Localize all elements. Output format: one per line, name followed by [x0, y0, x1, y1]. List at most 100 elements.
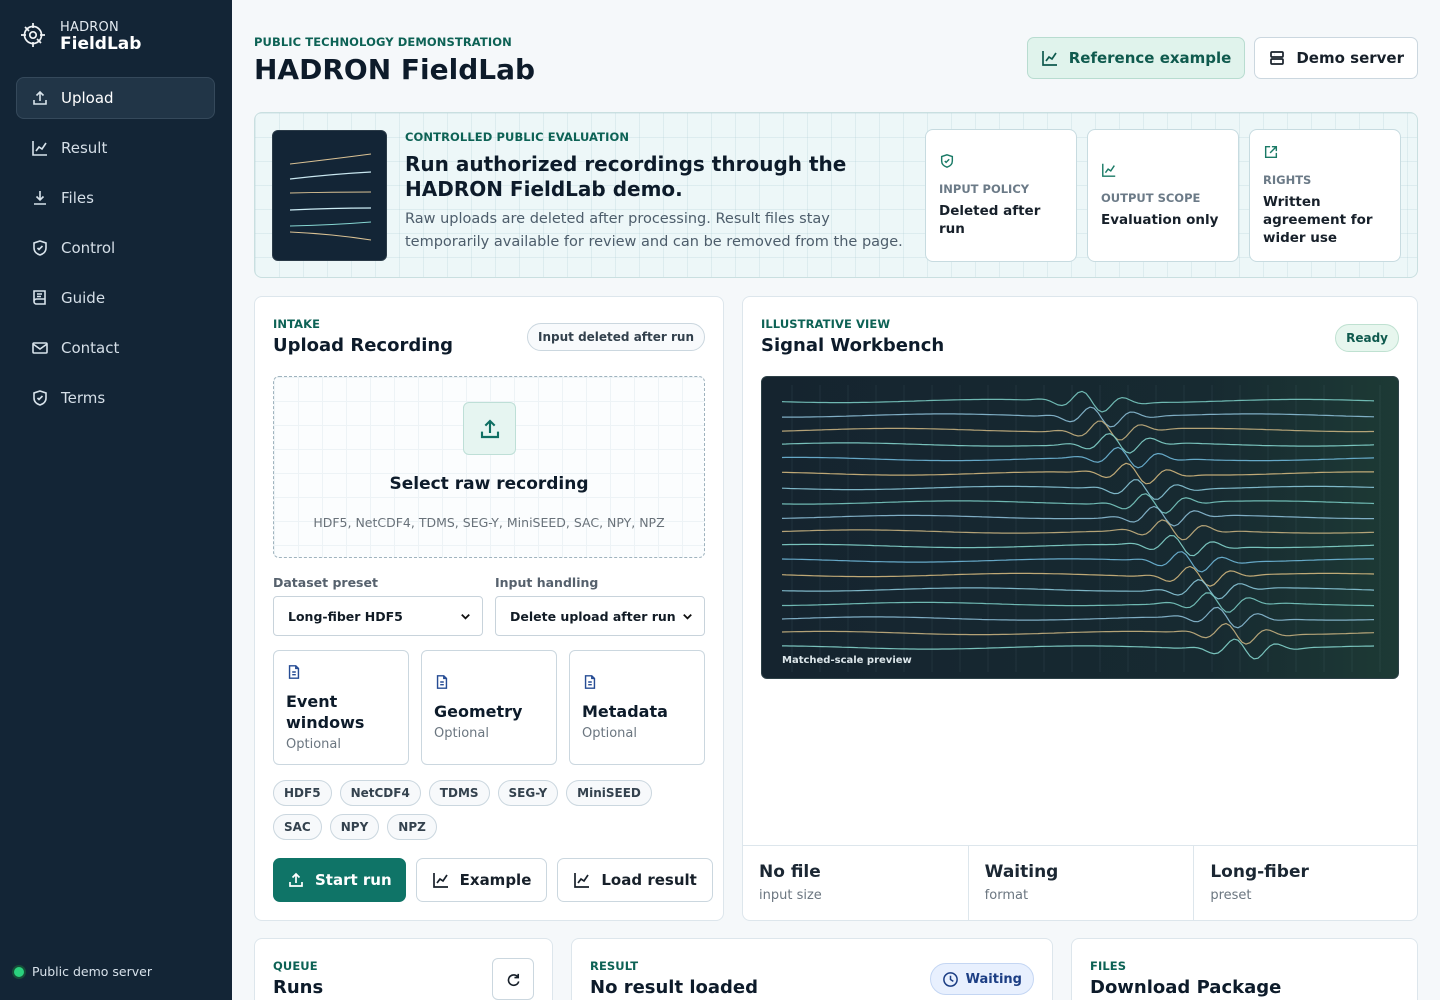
sidebar: HADRON FieldLab Upload Result Files Cont… — [0, 0, 232, 1000]
waveform-trace — [781, 479, 1375, 500]
workbench-stats: No file input size Waiting format Long-f… — [743, 845, 1417, 920]
input-handling-label: Input handling — [495, 575, 599, 590]
input-handling-select[interactable]: Delete upload after run — [495, 596, 705, 636]
waveform-trace — [781, 534, 1375, 557]
format-chip-sac[interactable]: SAC — [273, 814, 322, 840]
banner-text: Raw uploads are deleted after processing… — [405, 211, 903, 250]
upload-icon — [480, 418, 499, 438]
reference-example-button[interactable]: Reference example — [1026, 37, 1246, 79]
format-chip-npz[interactable]: NPZ — [387, 814, 437, 840]
signal-workbench-panel: ILLUSTRATIVE VIEW Signal Workbench Ready… — [742, 296, 1418, 921]
intake-title: Upload Recording — [273, 335, 454, 356]
waveform-trace — [781, 462, 1374, 485]
sidebar-item-result[interactable]: Result — [16, 127, 215, 169]
load-result-button[interactable]: Load result — [557, 858, 713, 902]
input-size-label: input size — [759, 888, 822, 903]
format-chip-segy[interactable]: SEG-Y — [497, 780, 559, 806]
input-policy-value: Deleted after run — [939, 203, 1041, 237]
chevron-down-icon — [461, 613, 470, 620]
sidebar-item-files[interactable]: Files — [16, 177, 215, 219]
start-run-button[interactable]: Start run — [273, 858, 406, 902]
waveform-trace — [781, 565, 1375, 587]
input-deleted-badge: Input deleted after run — [527, 323, 705, 351]
sidebar-item-label: Contact — [61, 339, 120, 357]
format-chip-netcdf4[interactable]: NetCDF4 — [339, 780, 421, 806]
shield-icon — [33, 390, 47, 406]
brand-name-top: HADRON — [60, 20, 119, 35]
sidebar-item-label: Guide — [61, 289, 106, 307]
waveform-trace — [781, 505, 1374, 527]
signal-preview-canvas: Matched-scale preview — [761, 376, 1399, 679]
sidebar-item-upload[interactable]: Upload — [16, 77, 215, 119]
dataset-preset-value: Long-fiber HDF5 — [288, 608, 403, 624]
waveform-trace — [781, 579, 1375, 600]
format-stat: Waiting format — [969, 846, 1195, 920]
book-icon — [33, 290, 46, 305]
geometry-card[interactable]: Geometry Optional — [421, 650, 557, 765]
output-scope-value: Evaluation only — [1101, 212, 1219, 228]
banner-title: Run authorized recordings through the HA… — [405, 152, 847, 201]
sidebar-item-guide[interactable]: Guide — [16, 277, 215, 319]
server-icon — [1270, 51, 1285, 65]
document-icon — [584, 675, 596, 689]
chart-icon — [1041, 51, 1057, 66]
chart-icon — [1102, 163, 1116, 177]
sidebar-item-control[interactable]: Control — [16, 227, 215, 269]
status-dot-icon — [14, 966, 24, 977]
sidebar-item-label: Terms — [61, 389, 106, 407]
example-label: Example — [459, 871, 532, 889]
refresh-icon — [507, 973, 519, 986]
evaluation-banner: CONTROLLED PUBLIC EVALUATION Run authori… — [254, 112, 1418, 278]
input-size-value: No file — [759, 862, 821, 882]
waveform-trace — [781, 622, 1375, 645]
demo-server-button[interactable]: Demo server — [1254, 37, 1418, 79]
format-chip-miniseed[interactable]: MiniSEED — [566, 780, 652, 806]
input-policy-card: INPUT POLICY Deleted after run — [925, 129, 1077, 262]
chevron-down-icon — [683, 613, 692, 620]
banner-copy: CONTROLLED PUBLIC EVALUATION Run authori… — [405, 130, 910, 254]
output-scope-label: OUTPUT SCOPE — [1101, 191, 1201, 205]
sidebar-item-terms[interactable]: Terms — [16, 377, 215, 419]
waveform-trace — [781, 551, 1374, 573]
brand[interactable]: HADRON FieldLab — [20, 20, 141, 54]
server-status: Public demo server — [14, 964, 152, 979]
waiting-status-badge: Waiting — [929, 963, 1034, 995]
example-button[interactable]: Example — [415, 858, 548, 902]
metadata-card[interactable]: Metadata Optional — [569, 650, 705, 765]
upload-tile[interactable] — [463, 402, 516, 455]
sidebar-nav: Upload Result Files Control Guide Contac… — [16, 77, 215, 427]
reference-example-label: Reference example — [1068, 49, 1232, 67]
main-content: PUBLIC TECHNOLOGY DEMONSTRATION HADRON F… — [254, 0, 1418, 1000]
sidebar-item-label: Files — [61, 189, 94, 207]
recording-dropzone[interactable]: Select raw recording HDF5, NetCDF4, TDMS… — [273, 376, 705, 558]
dataset-preset-select[interactable]: Long-fiber HDF5 — [273, 596, 483, 636]
signal-waveform-plot — [781, 385, 1381, 672]
chart-icon — [432, 873, 448, 888]
event-windows-title: Event windows — [286, 692, 365, 732]
sidebar-item-contact[interactable]: Contact — [16, 327, 215, 369]
format-value: Waiting — [984, 862, 1059, 882]
result-title: No result loaded — [590, 977, 759, 998]
result-eyebrow: RESULT — [590, 959, 639, 973]
sidebar-item-label: Control — [61, 239, 116, 257]
format-chip-hdf5[interactable]: HDF5 — [273, 780, 332, 806]
waveform-trace — [781, 519, 1375, 541]
metadata-optional: Optional — [582, 726, 637, 741]
load-result-label: Load result — [601, 871, 697, 889]
chart-icon — [32, 141, 47, 156]
refresh-button[interactable] — [492, 958, 534, 1000]
format-chip-npy[interactable]: NPY — [329, 814, 380, 840]
start-run-label: Start run — [315, 871, 392, 889]
accepted-formats: HDF5, NetCDF4, TDMS, SEG-Y, MiniSEED, SA… — [313, 515, 665, 530]
select-recording-title: Select raw recording — [389, 474, 589, 494]
workbench-eyebrow: ILLUSTRATIVE VIEW — [761, 317, 891, 331]
intake-eyebrow: INTAKE — [273, 317, 321, 331]
document-icon — [288, 665, 300, 679]
upload-icon — [33, 90, 47, 105]
dataset-preset-label: Dataset preset — [273, 575, 378, 590]
signal-thumbnail — [272, 130, 387, 261]
waveform-trace — [781, 390, 1375, 413]
format-chip-tdms[interactable]: TDMS — [428, 780, 490, 806]
intake-actions: Start run Example Load result — [273, 858, 713, 902]
event-windows-card[interactable]: Event windows Optional — [273, 650, 409, 765]
